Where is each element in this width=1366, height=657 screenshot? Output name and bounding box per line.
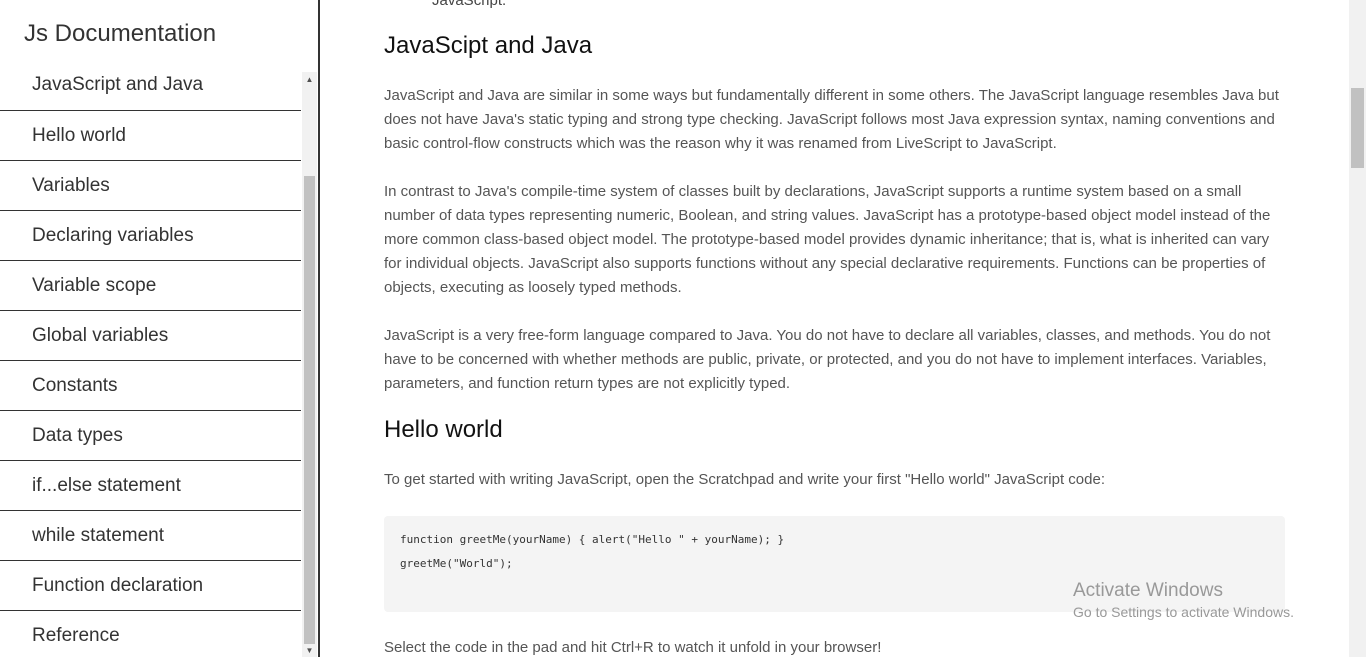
nav-link-data-types[interactable]: Data types	[0, 411, 301, 461]
nav-link-reference[interactable]: Reference	[0, 611, 301, 657]
section-paragraph: In contrast to Java's compile-time syste…	[384, 183, 1271, 296]
nav-link-while-statement[interactable]: while statement	[0, 511, 301, 561]
nav-list: JavaScript and Java Hello world Variable…	[0, 60, 301, 657]
nav-link-if-else-statement[interactable]: if...else statement	[0, 461, 301, 511]
section-paragraph: JavaScript and Java are similar in some …	[384, 87, 1279, 152]
page-scrollbar[interactable]	[1349, 0, 1366, 657]
sidebar-scrollbar[interactable]: ▲ ▼	[302, 72, 317, 657]
code-line: function greetMe(yourName) { alert("Hell…	[400, 533, 785, 546]
section-paragraph: To get started with writing JavaScript, …	[384, 471, 1105, 488]
page-scrollbar-thumb[interactable]	[1351, 88, 1364, 168]
section-heading: JavaScipt and Java	[384, 32, 593, 59]
sidebar-nav: Js Documentation JavaScript and Java Hel…	[0, 0, 320, 657]
main-doc: JavaScript. JavaScipt and Java JavaScrip…	[322, 0, 1349, 657]
previous-section-tail: JavaScript.	[432, 0, 507, 9]
nav-link-global-variables[interactable]: Global variables	[0, 311, 301, 361]
nav-link-variable-scope[interactable]: Variable scope	[0, 261, 301, 311]
nav-link-javascript-and-java[interactable]: JavaScript and Java	[0, 60, 301, 111]
section-hello-world: Hello world To get started with writing …	[384, 416, 1285, 657]
section-paragraph: Select the code in the pad and hit Ctrl+…	[384, 639, 882, 656]
sidebar-scrollbar-thumb[interactable]	[304, 176, 315, 644]
scroll-up-arrow-icon[interactable]: ▲	[302, 72, 317, 87]
nav-link-declaring-variables[interactable]: Declaring variables	[0, 211, 301, 261]
code-line: greetMe("World");	[400, 557, 513, 570]
nav-link-function-declaration[interactable]: Function declaration	[0, 561, 301, 611]
section-heading: Hello world	[384, 416, 503, 443]
nav-link-variables[interactable]: Variables	[0, 161, 301, 211]
code-block[interactable]: function greetMe(yourName) { alert("Hell…	[384, 516, 1285, 612]
sidebar-title: Js Documentation	[24, 20, 217, 47]
scroll-down-arrow-icon[interactable]: ▼	[302, 645, 317, 657]
nav-link-hello-world[interactable]: Hello world	[0, 111, 301, 161]
nav-link-constants[interactable]: Constants	[0, 361, 301, 411]
section-javascript-and-java: JavaScipt and Java JavaScript and Java a…	[384, 32, 1284, 420]
section-paragraph: JavaScript is a very free-form language …	[384, 327, 1271, 392]
